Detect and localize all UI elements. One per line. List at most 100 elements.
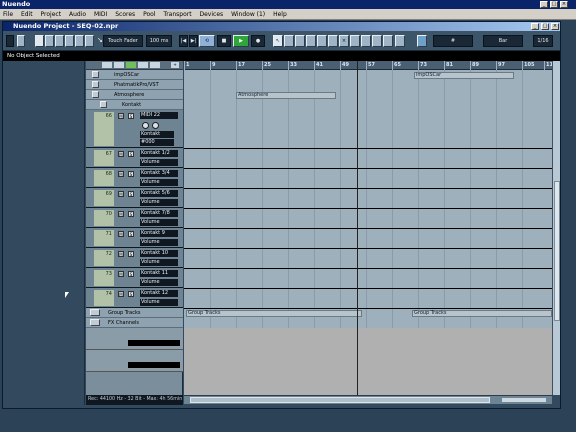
minimize-button[interactable]: _ (540, 1, 548, 8)
folder-track-atmosphere[interactable]: Atmosphere (86, 90, 183, 100)
split-tool-button[interactable] (295, 35, 305, 47)
mute-button[interactable]: M (118, 113, 124, 119)
folder-collapse-button[interactable] (92, 91, 99, 98)
global-read-button[interactable] (126, 62, 136, 68)
automation-parameter[interactable]: Volume (140, 179, 178, 186)
arrange-area[interactable]: 1 9 17 25 33 41 49 57 65 73 81 89 97 105… (184, 61, 552, 395)
automation-mode-select[interactable]: Touch Fader (103, 35, 143, 47)
horizontal-scrollbar[interactable] (184, 395, 552, 404)
track-name[interactable]: Kontakt 1/2 (140, 150, 178, 157)
track-program[interactable]: #000 (140, 139, 174, 146)
inspector-toggle-button[interactable] (35, 35, 44, 47)
maximize-button[interactable]: □ (550, 1, 558, 8)
mute-button[interactable]: M (118, 251, 124, 257)
rewind-to-start-button[interactable]: |◀ (179, 35, 188, 47)
solo-button[interactable]: S (128, 113, 134, 119)
global-solo-button[interactable] (114, 62, 124, 68)
event-part[interactable]: impOSCar (414, 72, 514, 79)
mute-tool-button[interactable]: × (339, 35, 349, 47)
track-row-68[interactable]: 68 M S Kontakt 3/4 Volume (86, 168, 183, 188)
folder-collapse-button[interactable] (90, 319, 100, 326)
record-button[interactable]: ● (251, 35, 265, 47)
info-line-toggle-button[interactable] (45, 35, 54, 47)
vertical-scrollbar[interactable] (552, 61, 560, 395)
solo-button[interactable]: S (128, 211, 134, 217)
mute-button[interactable]: M (118, 151, 124, 157)
track-output[interactable]: Kontakt (140, 131, 174, 138)
folder-collapse-button[interactable] (92, 81, 99, 88)
menu-help[interactable]: Help (270, 9, 290, 20)
automation-parameter[interactable]: Volume (140, 259, 178, 266)
project-maximize-button[interactable]: □ (541, 23, 549, 30)
play-button[interactable]: ▶ (233, 35, 249, 47)
track-row-74[interactable]: 74 M S Kontakt 12 Volume (86, 288, 183, 308)
folder-track-group[interactable]: Group Tracks (86, 308, 183, 318)
track-row-72[interactable]: 72 M S Kontakt 10 Volume (86, 248, 183, 268)
track-name[interactable]: Kontakt 10 (140, 250, 178, 257)
line-tool-button[interactable] (372, 35, 382, 47)
solo-button[interactable]: S (128, 271, 134, 277)
menu-project[interactable]: Project (38, 9, 65, 20)
time-warp-tool-button[interactable] (350, 35, 360, 47)
zoom-tool-button[interactable] (328, 35, 338, 47)
quantize-select[interactable]: 1/16 (533, 35, 553, 47)
preroll-select[interactable]: 100 ms (146, 35, 172, 47)
folder-track-phatmatik[interactable]: PhatmatikPro/VST (86, 80, 183, 90)
menu-pool[interactable]: Pool (140, 9, 158, 20)
monitor-button[interactable] (142, 122, 149, 129)
event-part[interactable]: Atmosphere (236, 92, 336, 99)
track-name[interactable]: Kontakt 12 (140, 290, 178, 297)
group-part[interactable]: Group Tracks (186, 310, 362, 317)
track-row-71[interactable]: 71 M S Kontakt 9 Volume (86, 228, 183, 248)
erase-tool-button[interactable] (317, 35, 327, 47)
zoom-slider[interactable] (502, 398, 546, 402)
vertical-scroll-thumb[interactable] (554, 181, 560, 321)
track-row-67[interactable]: 67 M S Kontakt 1/2 Volume (86, 148, 183, 168)
menu-file[interactable]: File (0, 9, 16, 20)
record-enable-button[interactable] (152, 122, 159, 129)
activate-project-button[interactable] (6, 35, 14, 47)
mute-button[interactable]: M (118, 211, 124, 217)
mixer-button[interactable] (75, 35, 84, 47)
horizontal-scroll-thumb[interactable] (190, 397, 490, 403)
track-row-70[interactable]: 70 M S Kontakt 7/8 Volume (86, 208, 183, 228)
grid-type-select[interactable]: Bar (483, 35, 523, 47)
snap-toggle-button[interactable] (417, 35, 427, 47)
automation-parameter[interactable]: Volume (140, 199, 178, 206)
track-name[interactable]: Kontakt 11 (140, 270, 178, 277)
pool-button[interactable] (65, 35, 74, 47)
menu-devices[interactable]: Devices (197, 9, 227, 20)
mute-button[interactable]: M (118, 231, 124, 237)
track-row-73[interactable]: 73 M S Kontakt 11 Volume (86, 268, 183, 288)
project-cursor[interactable] (357, 61, 358, 395)
mute-button[interactable]: M (118, 271, 124, 277)
track-row-66[interactable]: 66 M S MIDI 22 Kontakt #000 (86, 110, 183, 148)
solo-button[interactable]: S (128, 291, 134, 297)
track-name[interactable]: MIDI 22 (140, 112, 178, 119)
pointer-tool-button[interactable]: ↖ (273, 35, 283, 47)
mute-button[interactable]: M (118, 171, 124, 177)
global-mute-button[interactable] (102, 62, 112, 68)
glue-tool-button[interactable] (306, 35, 316, 47)
color-tool-button[interactable] (395, 35, 405, 47)
folder-track-imposcar[interactable]: impOSCar (86, 70, 183, 80)
automation-parameter[interactable]: Volume (140, 239, 178, 246)
stop-button[interactable]: ■ (217, 35, 231, 47)
track-name[interactable]: Kontakt 7/8 (140, 210, 178, 217)
mute-button[interactable]: M (118, 291, 124, 297)
track-name[interactable]: Kontakt 3/4 (140, 170, 178, 177)
automation-parameter[interactable]: Volume (140, 279, 178, 286)
global-folder-button[interactable] (150, 62, 160, 68)
folder-collapse-button[interactable] (92, 71, 99, 78)
solo-button[interactable]: S (128, 151, 134, 157)
track-name[interactable]: Kontakt 9 (140, 230, 178, 237)
automation-parameter[interactable]: Volume (140, 219, 178, 226)
folder-track-fx[interactable]: FX Channels (86, 318, 183, 328)
marker-button[interactable] (85, 35, 94, 47)
cycle-button[interactable]: ⟲ (199, 35, 215, 47)
solo-button[interactable]: S (128, 171, 134, 177)
overview-toggle-button[interactable] (55, 35, 64, 47)
menu-edit[interactable]: Edit (18, 9, 36, 20)
track-name[interactable]: Kontakt 5/6 (140, 190, 178, 197)
solo-button[interactable]: S (128, 231, 134, 237)
